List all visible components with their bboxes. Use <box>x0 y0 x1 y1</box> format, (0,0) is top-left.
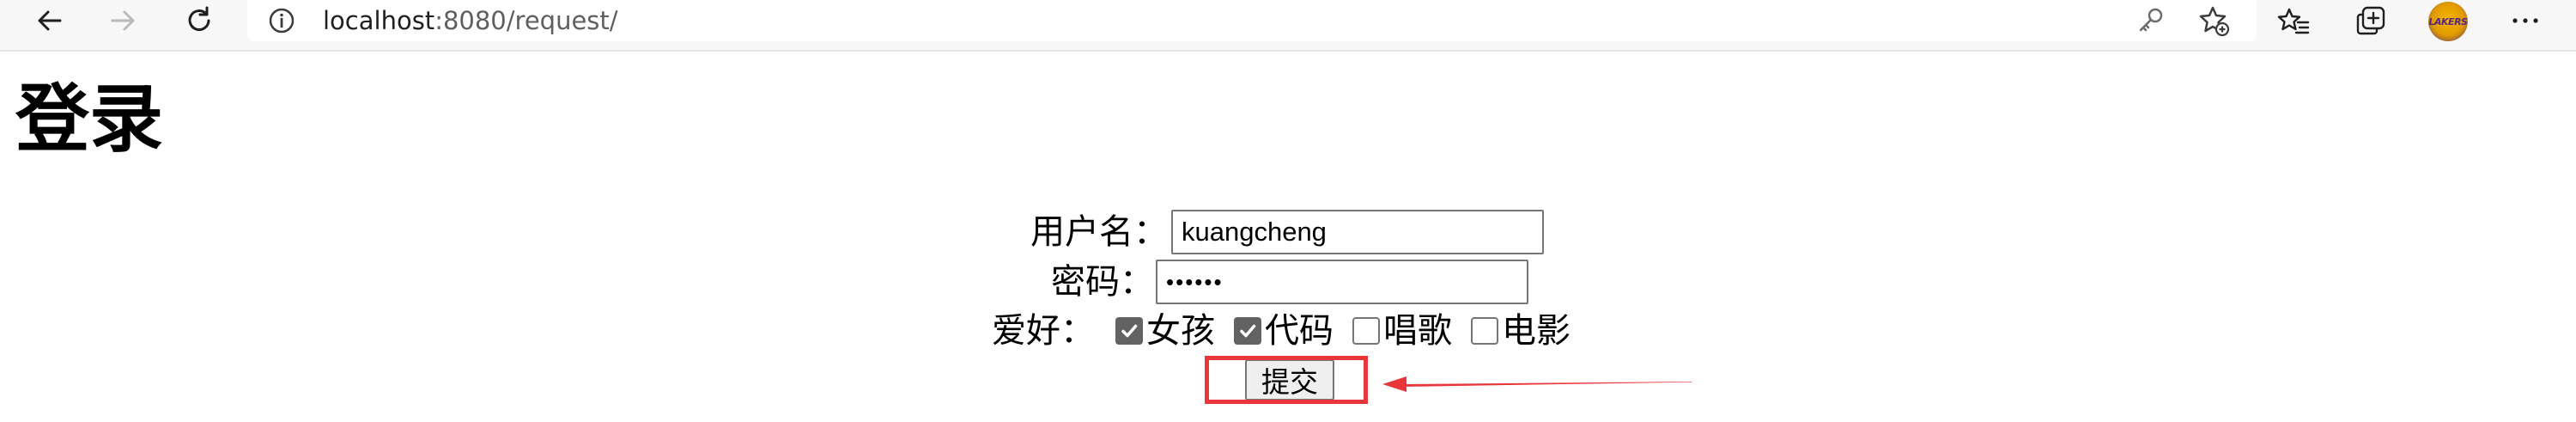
highlight-box <box>1205 356 1368 404</box>
forward-arrow-icon <box>111 10 135 31</box>
username-input[interactable] <box>1171 210 1544 254</box>
key-icon[interactable] <box>2135 5 2166 36</box>
favorites-button[interactable] <box>2272 3 2315 38</box>
page-title: 登录 <box>15 76 163 162</box>
url-host: localhost <box>323 6 435 35</box>
forward-button[interactable] <box>101 3 144 38</box>
check-icon <box>1121 324 1138 338</box>
browser-toolbar: localhost:8080/request/ LAKERS <box>0 0 2576 52</box>
profile-avatar[interactable]: LAKERS <box>2428 2 2468 41</box>
star-add-icon[interactable] <box>2196 3 2231 38</box>
url-path: :8080/request/ <box>434 6 618 35</box>
url-text[interactable]: localhost:8080/request/ <box>323 3 618 38</box>
hobby-row: 爱好： 女孩 代码 唱歌 电影 <box>992 309 1571 352</box>
hobby-label-girls: 女孩 <box>1146 311 1215 351</box>
refresh-button[interactable] <box>178 3 221 38</box>
ellipsis-icon <box>2512 18 2538 23</box>
hobby-label: 爱好： <box>992 311 1095 351</box>
password-input[interactable] <box>1156 260 1528 304</box>
address-bar[interactable]: localhost:8080/request/ <box>247 0 2257 41</box>
hobby-checkbox-code[interactable] <box>1234 317 1261 345</box>
hobby-label-code: 代码 <box>1265 311 1334 351</box>
hobby-checkbox-movies[interactable] <box>1471 317 1498 345</box>
check-icon <box>1240 324 1256 338</box>
username-row: 用户名： <box>1030 210 1544 254</box>
username-label: 用户名： <box>1030 212 1168 252</box>
browser-window: localhost:8080/request/ LAKERS 登录 用户名： k… <box>0 0 2576 422</box>
info-icon[interactable] <box>268 7 295 34</box>
annotation-arrow-icon <box>1382 376 1692 392</box>
hobby-label-singing: 唱歌 <box>1383 311 1452 351</box>
collections-button[interactable] <box>2349 3 2392 38</box>
favorites-list-icon <box>2277 8 2310 34</box>
hobby-label-movies: 电影 <box>1502 311 1571 351</box>
more-button[interactable] <box>2504 3 2547 38</box>
password-label: 密码： <box>1051 262 1154 302</box>
back-button[interactable] <box>28 3 71 38</box>
refresh-icon <box>188 6 210 32</box>
password-row: 密码： <box>1051 260 1528 304</box>
hobby-checkbox-girls[interactable] <box>1115 317 1143 345</box>
back-arrow-icon <box>38 10 62 31</box>
avatar-logo-text: LAKERS <box>2428 15 2468 28</box>
collections-icon <box>2356 6 2385 35</box>
hobby-checkbox-singing[interactable] <box>1352 317 1380 345</box>
